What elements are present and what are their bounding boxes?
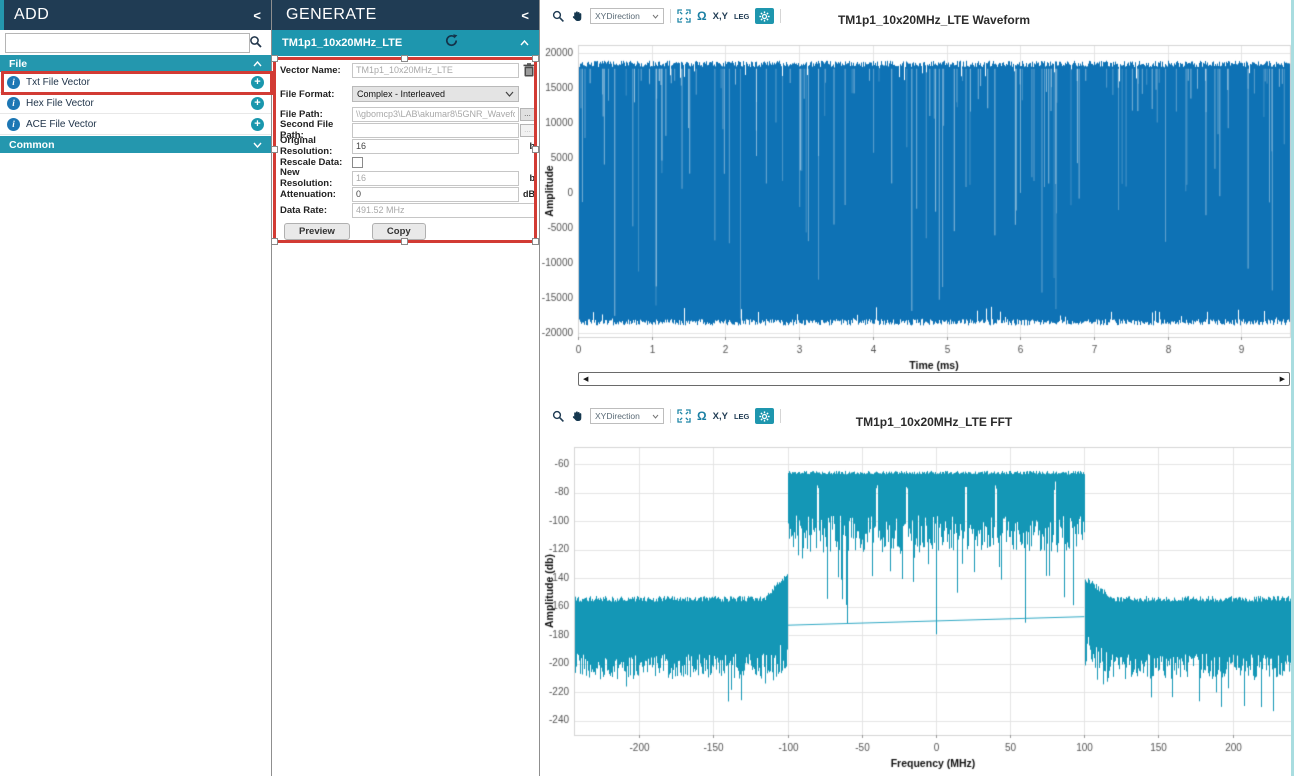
fft-chart-title: TM1p1_10x20MHz_LTE FFT [578, 415, 1290, 429]
sidebar-item-hex-file-vector[interactable]: i Hex File Vector + [0, 93, 271, 114]
second-file-path-field[interactable] [352, 123, 519, 138]
field-label: Data Rate: [280, 205, 352, 216]
new-resolution-field [352, 171, 519, 186]
add-panel: ADD < File i Txt File Vector + i Hex Fil… [0, 0, 272, 776]
vector-subheader-name: TM1p1_10x20MHz_LTE [282, 37, 402, 49]
add-panel-title: ADD [14, 6, 49, 24]
item-label: ACE File Vector [26, 119, 97, 130]
copy-button[interactable]: Copy [372, 223, 426, 240]
field-label: File Path: [280, 109, 352, 120]
horizontal-scrollbar[interactable]: ◀ ▶ [578, 372, 1290, 386]
form-row-file-format: File Format: Complex - Interleaved [280, 86, 535, 102]
zoom-icon[interactable] [552, 410, 565, 423]
form-row-data-rate: Data Rate: [280, 202, 535, 218]
file-format-value: Complex - Interleaved [357, 89, 445, 99]
scroll-left-icon[interactable]: ◀ [583, 374, 588, 385]
generate-collapse-icon[interactable]: < [521, 8, 529, 23]
sidebar-item-txt-file-vector[interactable]: i Txt File Vector + [0, 72, 271, 93]
window-edge-strip [1291, 0, 1294, 776]
form-row-vector-name: Vector Name: [280, 62, 535, 78]
attenuation-field[interactable] [352, 187, 519, 202]
fft-chart-canvas[interactable] [540, 432, 1296, 776]
charts-area: XYDirection Ω X,Y LEG TM1p1_10x20MHz_LTE… [540, 0, 1296, 776]
section-header-file[interactable]: File [0, 55, 271, 72]
item-label: Hex File Vector [26, 98, 94, 109]
section-label: File [9, 58, 27, 70]
field-label: File Format: [280, 89, 352, 100]
chevron-up-icon [253, 61, 262, 67]
generate-panel-title: GENERATE [286, 6, 377, 24]
unit-label: b [519, 173, 535, 183]
vector-name-field[interactable] [352, 63, 519, 78]
preview-button[interactable]: Preview [284, 223, 350, 240]
browse-button[interactable]: ... [520, 108, 535, 121]
vector-subheader[interactable]: TM1p1_10x20MHz_LTE [272, 30, 539, 56]
add-search-row [0, 31, 271, 55]
field-label: Rescale Data: [280, 157, 352, 168]
info-icon[interactable]: i [7, 97, 20, 110]
field-label: Vector Name: [280, 65, 352, 76]
unit-label: b [519, 141, 535, 151]
info-icon[interactable]: i [7, 118, 20, 131]
search-input[interactable] [5, 33, 250, 53]
add-plus-icon[interactable]: + [251, 97, 264, 110]
zoom-icon[interactable] [552, 10, 565, 23]
add-collapse-icon[interactable]: < [253, 8, 261, 23]
form-row-attenuation: Attenuation: dB [280, 186, 535, 202]
generate-panel: GENERATE < TM1p1_10x20MHz_LTE Vector Nam… [272, 0, 540, 776]
search-icon[interactable] [249, 35, 263, 54]
panel-edge-accent [0, 0, 4, 30]
form-row-buttons: Preview Copy [280, 222, 535, 240]
add-plus-icon[interactable]: + [251, 76, 264, 89]
file-format-select[interactable]: Complex - Interleaved [352, 86, 519, 102]
add-panel-header: ADD < [0, 0, 271, 30]
original-resolution-field[interactable] [352, 139, 519, 154]
generator-form: Vector Name: File Format: Complex - Inte… [272, 60, 540, 256]
chevron-up-icon[interactable] [520, 40, 529, 46]
chevron-down-icon [505, 91, 514, 97]
unit-label: dB [519, 189, 535, 199]
generate-panel-header: GENERATE < [272, 0, 539, 30]
field-label: Attenuation: [280, 189, 352, 200]
form-row-original-resolution: Original Resolution: b [280, 138, 535, 154]
browse-button-disabled: ... [520, 124, 535, 137]
data-rate-field [352, 203, 535, 218]
item-label: Txt File Vector [26, 77, 90, 88]
chevron-down-icon [253, 142, 262, 148]
file-path-field[interactable] [352, 107, 519, 122]
form-row-new-resolution: New Resolution: b [280, 170, 535, 186]
delete-icon[interactable] [519, 63, 535, 77]
rescale-data-checkbox[interactable] [352, 157, 363, 168]
section-label: Common [9, 139, 55, 151]
add-plus-icon[interactable]: + [251, 118, 264, 131]
waveform-chart-title: TM1p1_10x20MHz_LTE Waveform [578, 13, 1290, 27]
waveform-chart-canvas[interactable] [540, 0, 1296, 400]
refresh-icon[interactable] [444, 33, 459, 53]
scroll-right-icon[interactable]: ▶ [1280, 374, 1285, 385]
sidebar-item-ace-file-vector[interactable]: i ACE File Vector + [0, 114, 271, 135]
info-icon[interactable]: i [7, 76, 20, 89]
section-header-common[interactable]: Common [0, 136, 271, 153]
